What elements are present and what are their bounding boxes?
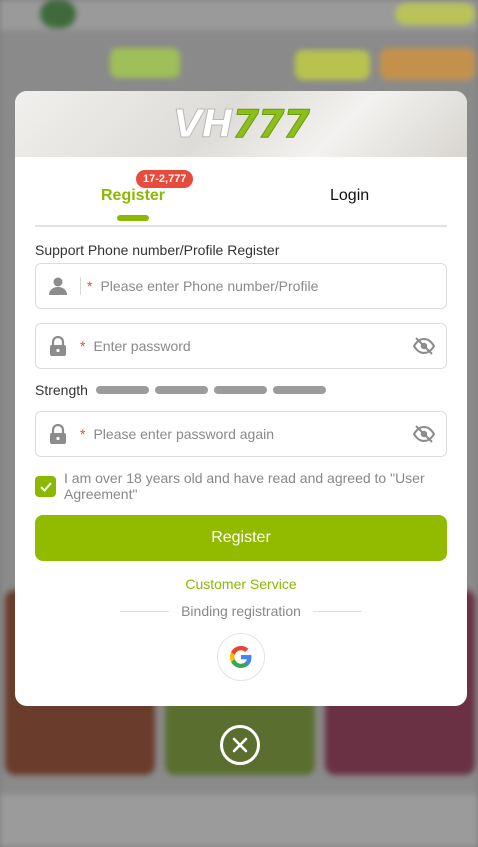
password-input[interactable] xyxy=(93,338,402,354)
agreement-row: I am over 18 years old and have read and… xyxy=(35,470,445,502)
tabs-divider xyxy=(35,225,447,227)
user-icon xyxy=(36,276,80,296)
logo-number: 777 xyxy=(232,102,310,147)
confirm-password-field: * xyxy=(35,411,447,457)
google-icon xyxy=(230,646,252,668)
phone-field: * xyxy=(35,263,447,309)
confirm-password-input[interactable] xyxy=(93,426,402,442)
binding-label: Binding registration xyxy=(181,603,301,619)
field-separator xyxy=(80,277,81,295)
agreement-text[interactable]: I am over 18 years old and have read and… xyxy=(64,470,445,502)
strength-bar xyxy=(154,386,208,394)
bg-element xyxy=(295,50,370,80)
required-mark: * xyxy=(87,278,93,294)
password-field: * xyxy=(35,323,447,369)
strength-bar xyxy=(272,386,326,394)
tab-register[interactable]: Register xyxy=(101,187,165,205)
eye-off-icon[interactable] xyxy=(402,425,446,443)
bg-bottom-nav xyxy=(0,795,478,847)
register-hint: Support Phone number/Profile Register xyxy=(35,242,280,258)
tab-login[interactable]: Login xyxy=(330,187,369,205)
tab-active-indicator xyxy=(117,215,149,221)
required-mark: * xyxy=(80,338,86,354)
binding-divider: Binding registration xyxy=(120,603,363,619)
divider-line xyxy=(312,610,363,612)
close-icon xyxy=(232,737,248,753)
strength-bar xyxy=(213,386,267,394)
required-mark: * xyxy=(80,426,86,442)
divider-line xyxy=(120,610,170,612)
register-modal: VH777 Register 17-2,777 Login Support Ph… xyxy=(15,91,467,706)
phone-input[interactable] xyxy=(100,278,446,294)
customer-service-link[interactable]: Customer Service xyxy=(15,576,467,592)
logo-vh: VH xyxy=(173,102,234,147)
strength-label: Strength xyxy=(35,382,88,398)
register-button[interactable]: Register xyxy=(35,515,447,561)
lock-icon xyxy=(36,424,80,444)
bg-element xyxy=(40,0,76,28)
lock-icon xyxy=(36,336,80,356)
close-button[interactable] xyxy=(220,725,260,765)
password-strength: Strength xyxy=(35,382,332,398)
brand-logo: VH777 xyxy=(173,102,311,147)
bg-element xyxy=(395,3,475,25)
brand-banner: VH777 xyxy=(15,91,467,157)
bg-element xyxy=(110,48,180,78)
bg-element xyxy=(380,48,475,80)
agreement-checkbox[interactable] xyxy=(35,476,56,497)
google-login-button[interactable] xyxy=(217,633,265,681)
strength-bar xyxy=(95,386,149,394)
register-badge: 17-2,777 xyxy=(136,170,194,188)
check-icon xyxy=(39,481,52,492)
eye-off-icon[interactable] xyxy=(402,337,446,355)
